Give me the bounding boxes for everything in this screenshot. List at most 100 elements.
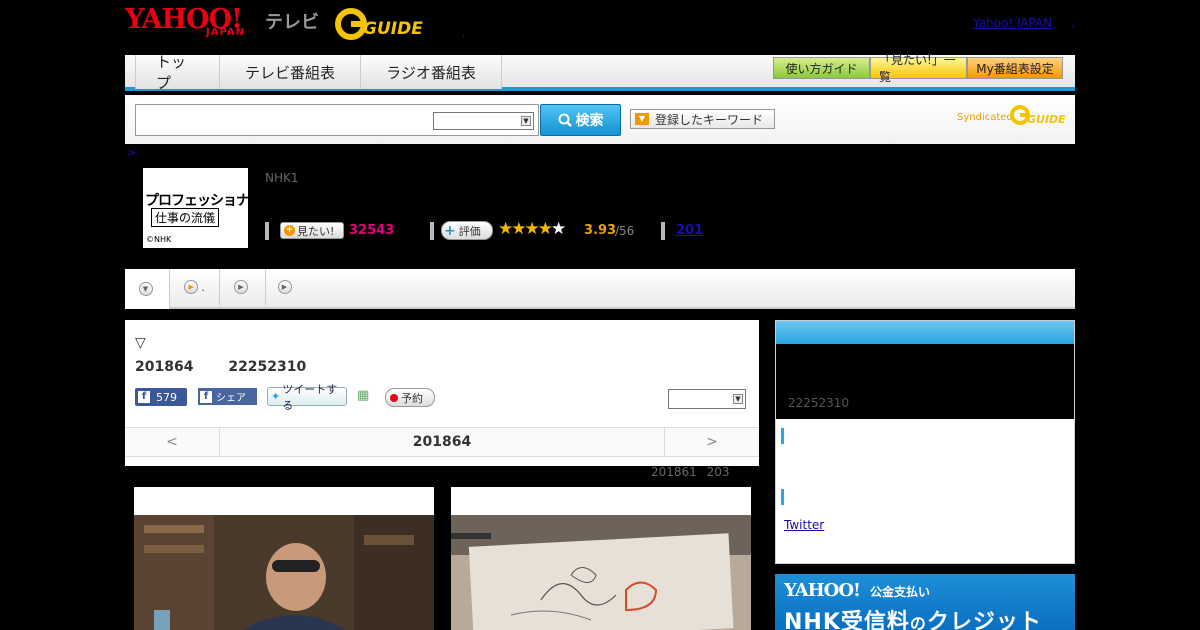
channel-name: NHK1 [265,171,299,185]
rating-count: /56 [615,224,635,238]
subtab-2[interactable]: ▶ . [170,269,220,305]
tweet-button[interactable]: ✦ ツイートする [267,383,347,412]
gguide-small-logo: GUIDE [1010,105,1066,126]
episode-thumbnail-2[interactable] [451,487,751,630]
star-icon: ★ [511,219,526,239]
rate-button[interactable]: + 評価 [441,221,493,240]
calendar-add-icon[interactable]: ▦ [357,388,373,404]
search-icon [558,113,572,127]
chevron-down-icon: ▼ [733,394,743,404]
facebook-icon: f [138,391,150,403]
section-marker [781,428,784,444]
facebook-share-label: シェア [216,393,246,404]
play-icon: ▶ [234,280,248,294]
svg-text:GUIDE: GUIDE [1027,113,1066,126]
record-dot-icon [390,393,398,402]
star-icon: ★ [498,219,513,239]
search-button-label: 検索 [575,113,604,129]
tab-radio-listings[interactable]: ラジオ番組表 [360,55,502,89]
reserve-label: 予約 [401,391,423,405]
program-logo: プロフェッショナル 仕事の流儀 ©NHK [143,168,263,248]
episode-select[interactable]: ▼ [668,389,746,409]
guide-button[interactable]: 使い方ガイド [773,57,870,79]
facebook-like-count: 579 [156,390,177,404]
nhk-payment-banner[interactable]: YAHOO! 公金支払い NHK受信料のクレジット [775,574,1075,630]
search-category-select[interactable]: ▼ [433,112,534,130]
tab-top[interactable]: トップ [135,53,220,92]
twitter-bird-icon: ✦ [271,390,281,403]
want-to-watch-list-button[interactable]: 「見たい!」一覧 [870,53,967,84]
banner-headline: NHK受信料のクレジット [784,604,1042,630]
chevron-down-icon: ▼ [138,282,153,296]
animation-sketch-photo [451,515,751,630]
facebook-share-button[interactable]: f シェア [198,388,257,405]
episode-date: 201864 22252310 [135,359,307,375]
review-count-link[interactable]: 201 [676,223,703,238]
reserve-button[interactable]: 予約 [385,388,435,407]
tab-tv-listings[interactable]: テレビ番組表 [219,55,361,89]
arrow-down-icon: ▼ [635,113,649,125]
play-icon: ▶ [277,280,292,294]
registered-keywords-button[interactable]: ▼ 登録したキーワード [630,109,775,129]
header-separator-dot: , [462,28,466,39]
banner-yahoo-logo: YAHOO! [784,580,861,601]
banner-headline-particle: の [909,614,927,630]
rate-label: 評価 [458,224,481,238]
want-to-watch-button[interactable]: + 見たい! [280,222,344,239]
program-logo-copyright: ©NHK [146,235,172,244]
yahoo-japan-link[interactable]: Yahoo! JAPAN [973,16,1052,30]
chevron-down-icon: ▼ [521,116,531,126]
episode-marker: ▽ [135,335,146,351]
nav-tabs: トップ テレビ番組表 ラジオ番組表 [135,53,502,92]
want-to-watch-count: 32543 [349,223,395,238]
episode-sub-info: 201861 203 [651,465,730,479]
elderly-man-photo [134,515,434,630]
star-icon: ★ [524,219,540,239]
separator [430,222,434,240]
subtab-4[interactable]: ▶ [266,269,306,305]
star-half-icon: ★ [537,219,553,239]
episode-panel: ▽ 201864 22252310 f 579 f シェア ✦ ツイートする ▦… [125,320,759,466]
my-listings-settings-button[interactable]: My番組表設定 [967,57,1063,79]
pager-next-button[interactable]: > [664,428,759,456]
svg-text:GUIDE: GUIDE [363,19,423,39]
search-button[interactable]: 検索 [540,104,621,136]
subtab-label: . [201,280,205,294]
main-nav: トップ テレビ番組表 ラジオ番組表 使い方ガイド 「見たい!」一覧 My番組表設… [125,53,1075,92]
episode-thumbnail-1[interactable] [134,487,434,630]
separator [265,222,269,240]
twitter-link[interactable]: Twitter [784,518,824,532]
subtab-overview[interactable]: ▼ [125,269,170,309]
separator [661,222,665,240]
play-icon: ▶ [184,280,199,294]
program-logo-title: プロフェッショナル [145,193,263,209]
section-marker [781,489,784,505]
banner-tagline: 公金支払い [870,585,931,599]
banner-headline-end: クレジット [926,610,1042,630]
sidebar-header [776,321,1074,344]
tweet-label: ツイートする [282,382,338,412]
program-logo-subtitle: 仕事の流儀 [151,208,220,227]
star-empty-icon: ★ [551,219,566,239]
pager-current-date: 201864 [412,434,472,450]
rating-value: 3.93 [584,223,617,238]
facebook-like-button[interactable]: f 579 [135,388,187,406]
breadcrumb[interactable]: > [127,146,136,159]
want-to-watch-label: 見たい! [297,224,335,238]
yahoo-japan-label: JAPAN [206,27,245,38]
pager-prev-button[interactable]: < [125,428,220,456]
sidebar-panel: 22252310 Twitter [775,320,1075,564]
plus-icon: + [284,225,295,236]
sidebar-time: 22252310 [788,396,850,410]
search-bar: ▼ 検索 ▼ 登録したキーワード Syndicated GUIDE [125,95,1075,144]
sub-tabs: ▼ ▶ . ▶ ▶ [125,269,1075,309]
plus-icon: + [444,222,456,239]
tv-label[interactable]: テレビ [265,8,319,34]
subtab-3[interactable]: ▶ [220,269,266,305]
header-dot: . [1071,16,1075,30]
registered-keywords-label: 登録したキーワード [655,112,764,127]
banner-headline-main: NHK受信料 [784,610,910,630]
sidebar-info: 22252310 [776,344,1074,419]
nav-buttons: 使い方ガイド 「見たい!」一覧 My番組表設定 [773,53,1063,84]
gguide-logo[interactable]: GUIDE [335,8,430,40]
